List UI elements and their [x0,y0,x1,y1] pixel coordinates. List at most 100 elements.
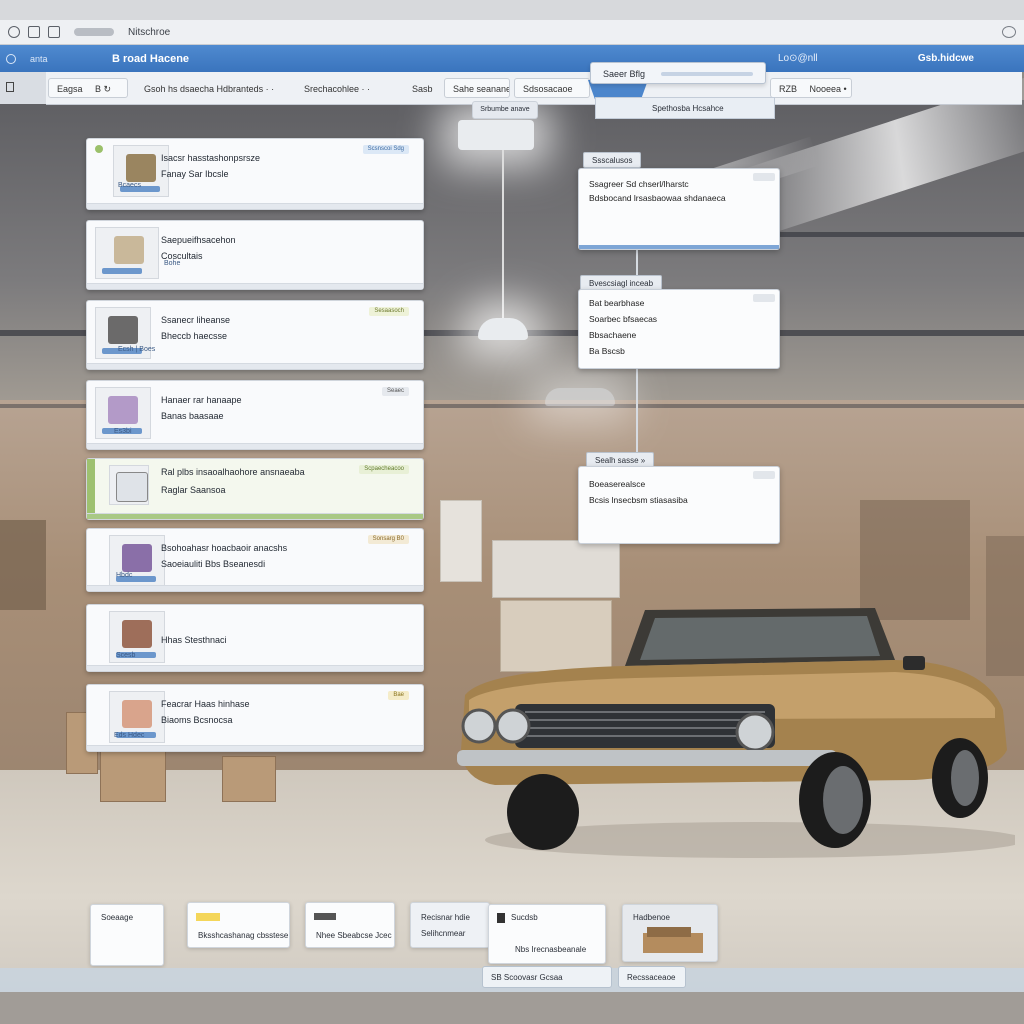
detail-panel: Ssagreer Sd chserl/lharstc Bdsbocand lrs… [578,168,780,250]
result-badge: Sonsarg B0 [367,535,409,544]
sort-field[interactable]: Srechacohlee · · [304,84,370,94]
product-thumbnail [95,227,159,279]
header-account-label[interactable]: Gsb.hidcwe [918,53,974,64]
connector-line [636,368,638,464]
panel-corner-button[interactable] [753,173,775,181]
extension-icon[interactable] [1002,26,1016,38]
dock-item-label: Sucdsb [511,913,538,922]
detail-row: Bdsbocand lrsasbaowaa shdanaeca [589,193,726,203]
tab-icon[interactable] [28,26,40,38]
floating-tab[interactable]: Saeer Bflg [590,62,766,84]
result-card-selected[interactable]: Ral plbs insaoalhaohore ansnaeaba Raglar… [86,458,424,520]
result-card[interactable]: Hanaer rar hanaape Banas baasaae Seaec [86,380,424,450]
card-footer [87,585,423,591]
dock-item-label: Bksshcashanag cbsstese [198,931,289,940]
thumb-caption: Bcaecs [118,182,141,189]
card-footer [87,283,423,289]
result-title[interactable]: Feacrar Haas hinhase [161,699,250,709]
floating-subbar[interactable]: Spethosba Hcsahce [595,97,775,119]
result-title[interactable]: Saepueifhsacehon [161,235,236,245]
dock-item-label: Nhee Sbeabcse Jcec [316,931,392,940]
result-badge: Bae [388,691,409,700]
address-bar[interactable]: Nitschroe [0,20,1024,45]
product-thumbnail [109,535,165,587]
result-subtitle: Bheccb haecsse [161,331,228,341]
panel-corner-button[interactable] [753,294,775,302]
panel-corner-button[interactable] [753,471,775,479]
card-footer [87,665,423,671]
result-card[interactable]: Saepueifhsacehon Coscultais [86,220,424,290]
panel-accent [579,245,779,249]
result-subtitle: Saoeiauliti Bbs Bseanesdi [161,559,266,569]
wall-poster [440,500,482,582]
cardboard-box [100,750,166,802]
shelf [0,520,46,610]
dock-action-button[interactable]: Recssaceaoe [618,966,686,988]
dock-item[interactable]: Nhee Sbeabcse Jcec [305,902,395,948]
thumb-caption: Hbdc [116,572,133,579]
product-image [122,700,152,728]
dock-item[interactable]: Sucdsb Nbs Irecnasbeanale [488,904,606,964]
dock-action-button[interactable]: SB Scoovasr Gcsaa [482,966,612,988]
result-card[interactable]: Isacsr hasstashonpsrsze Fanay Sar Ibcsle… [86,138,424,210]
dock-item[interactable]: Soeaage [90,904,164,966]
floating-tab-bar [661,72,753,76]
dock-item[interactable]: Recisnar hdie Selihcnmear [410,902,490,948]
result-title[interactable]: Bsohoahasr hoacbaoir anacshs [161,543,287,553]
filter-label: Eagsa [57,84,83,94]
dock-item-label: Soeaage [101,913,134,922]
toolbar-right-num: RZB [779,84,797,94]
subtoolbar-pill[interactable]: Srbumbe anave [472,101,538,119]
dock-item-label: Hadbenoe [633,913,670,922]
menu-icon[interactable] [6,82,14,92]
select-radio[interactable] [95,145,103,153]
result-card[interactable]: Hhas Stesthnaci [86,604,424,672]
result-badge: Sesaasoch [369,307,409,316]
toolbar-button-1[interactable]: Sahe seanane [444,78,510,98]
result-card[interactable]: Ssanecr liheanse Bheccb haecsse Sesaasoc… [86,300,424,370]
thumb-caption: Eds Hdec [114,732,145,739]
detail-row: Ba Bscsb [589,346,625,356]
dock-item[interactable]: Hadbenoe [622,904,718,962]
detail-panel: Boeaserealsce Bcsis lnsecbsm stiasasiba [578,466,780,544]
result-title[interactable]: Ral plbs insaoalhaohore ansnaeaba [161,467,305,477]
result-title[interactable]: Isacsr hasstashonpsrsze [161,153,260,163]
product-label [102,268,142,274]
header-left-label[interactable]: anta [30,54,48,64]
result-subtitle: Fanay Sar Ibcsle [161,169,229,179]
toolbar-button-2[interactable]: Sdsosacaoe [514,78,590,98]
app-title: B road Hacene [112,52,190,65]
url-segment [74,28,114,36]
bottom-strip [0,992,1024,1024]
result-title[interactable]: Ssanecr liheanse [161,315,230,325]
dock-item-label: Recisnar hdie [421,913,470,922]
dock-chip [196,913,220,921]
product-box-icon [643,927,703,953]
result-title[interactable]: Hanaer rar hanaape [161,395,242,405]
card-footer [87,363,423,369]
reload-icon[interactable] [8,26,20,38]
filter-button[interactable]: Eagsa B ↻ [48,78,128,98]
thumb-caption: Es3bi [114,428,132,435]
ceiling-beam [780,232,1024,237]
url-text[interactable]: Nitschroe [128,27,170,38]
toolbar-right-button[interactable]: RZB Nooeea • [770,78,852,98]
app-header: anta B road Hacene Lo⊙@nll Gsb.hidcwe [0,45,1024,72]
result-title[interactable]: Hhas Stesthnaci [161,635,227,645]
result-subtitle: Raglar Saansoa [161,485,226,495]
detail-tag[interactable]: Ssscalusos [583,152,642,168]
detail-row: Ssagreer Sd chserl/lharstc [589,179,689,189]
result-card[interactable]: Bsohoahasr hoacbaoir anacshs Saoeiauliti… [86,528,424,592]
dropdown-label[interactable]: Sasb [412,84,433,94]
detail-row: Boeaserealsce [589,479,646,489]
product-image [114,236,144,264]
connector-line [636,248,638,278]
result-badge: Seaec [381,387,409,396]
cardboard-box [222,756,276,802]
header-center-label[interactable]: Lo⊙@nll [778,53,818,64]
dock-item[interactable]: Bksshcashanag cbsstese [187,902,290,948]
user-icon[interactable] [6,53,16,64]
result-card[interactable]: Feacrar Haas hinhase Biaoms Bcsnocsa Bae [86,684,424,752]
search-field[interactable]: Gsoh hs dsaecha Hdbranteds · · [144,84,274,94]
card-footer [87,443,423,449]
